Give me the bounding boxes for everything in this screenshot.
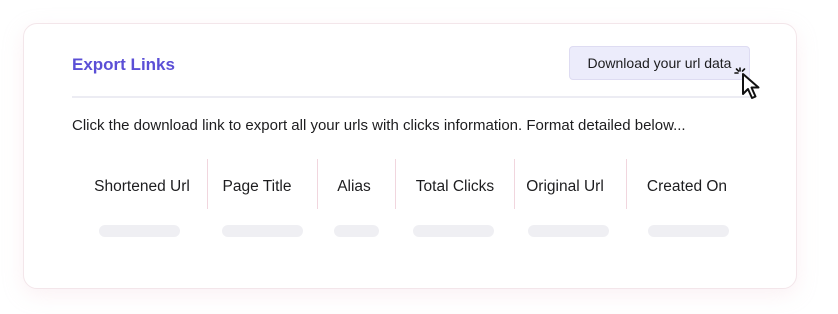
column-separator [395, 159, 396, 209]
skeleton-placeholder [222, 225, 303, 237]
column-header-created-on: Created On [646, 178, 728, 195]
skeleton-placeholder [528, 225, 609, 237]
skeleton-placeholder [334, 225, 379, 237]
pointer-cursor-icon [734, 67, 760, 99]
export-links-card: Export Links Download your url data Clic… [23, 23, 797, 289]
header-divider [72, 96, 750, 98]
column-header-shortened-url: Shortened Url [94, 178, 190, 195]
column-separator [626, 159, 627, 209]
column-header-original-url: Original Url [526, 178, 604, 195]
column-header-alias: Alias [337, 178, 371, 195]
skeleton-placeholder [413, 225, 494, 237]
download-url-data-button[interactable]: Download your url data [569, 46, 750, 80]
skeleton-placeholder [648, 225, 729, 237]
skeleton-placeholder [99, 225, 180, 237]
column-separator [514, 159, 515, 209]
export-description: Click the download link to export all yo… [72, 117, 686, 134]
export-links-title: Export Links [72, 55, 175, 74]
column-header-total-clicks: Total Clicks [415, 178, 495, 195]
column-header-page-title: Page Title [222, 178, 292, 195]
column-separator [207, 159, 208, 209]
column-separator [317, 159, 318, 209]
